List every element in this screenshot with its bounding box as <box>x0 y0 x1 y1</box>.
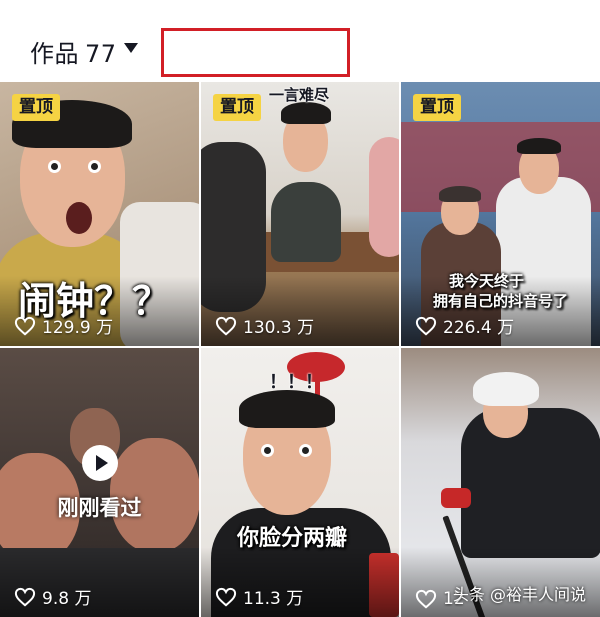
like-count-value: 130.3 万 <box>243 318 315 338</box>
video-tile-6[interactable]: 12 头条 @裕丰人间说 <box>401 348 600 617</box>
like-count: 9.8 万 <box>14 584 91 609</box>
heart-icon <box>215 316 237 335</box>
profile-tab-header: 作品 77 <box>0 0 600 82</box>
like-count: 130.3 万 <box>215 313 314 338</box>
heart-icon <box>415 316 437 335</box>
video-tile-1[interactable]: 置顶 闹钟？？ 129.9 万 <box>0 82 199 346</box>
top-caption: ！！！ <box>269 372 323 393</box>
recently-watched-label: 刚刚看过 <box>57 496 142 520</box>
eye <box>261 444 274 457</box>
like-count-value: 9.8 万 <box>42 589 92 609</box>
eye <box>88 160 101 173</box>
caret-down-icon[interactable] <box>124 43 138 53</box>
video-caption-line-1: 我今天终于 <box>449 272 525 290</box>
video-caption: 你脸分两瓣 <box>237 526 348 551</box>
like-count: 11.3 万 <box>215 584 303 609</box>
play-icon[interactable] <box>82 445 118 481</box>
like-count-value: 11.3 万 <box>243 589 304 609</box>
ski-glove <box>441 488 471 508</box>
video-tile-3[interactable]: 置顶 我今天终于 拥有自己的抖音号了 226.4 万 <box>401 82 600 346</box>
heart-icon <box>215 587 237 606</box>
video-caption-line-2: 拥有自己的抖音号了 <box>433 292 569 310</box>
person-hair <box>239 390 335 428</box>
watermark: 头条 @裕丰人间说 <box>452 585 586 604</box>
person-hair <box>439 186 481 202</box>
like-count: 129.9 万 <box>14 313 113 338</box>
ski-helmet <box>473 372 539 406</box>
like-count: 226.4 万 <box>415 313 514 338</box>
video-tile-5[interactable]: ！！！ 你脸分两瓣 11.3 万 <box>201 348 399 617</box>
person-center-shirt <box>271 182 341 262</box>
person-hair <box>517 138 561 154</box>
pinned-badge: 置顶 <box>12 94 60 122</box>
eye <box>299 444 312 457</box>
like-count-value: 226.4 万 <box>443 318 515 338</box>
pinned-badge: 置顶 <box>413 94 461 122</box>
skier-jacket <box>461 408 600 558</box>
open-mouth <box>66 202 92 234</box>
heart-icon <box>14 316 36 335</box>
top-caption: 一言难尽 <box>269 86 330 104</box>
works-tab[interactable]: 作品 77 <box>30 34 117 69</box>
works-tab-label: 作品 <box>30 40 79 68</box>
heart-icon <box>415 589 437 609</box>
video-tile-2[interactable]: 一言难尽 置顶 130.3 万 <box>201 82 399 346</box>
highlight-box <box>161 28 350 77</box>
person-right <box>369 137 399 257</box>
works-count: 77 <box>85 40 117 68</box>
person-hair <box>281 102 331 124</box>
like-count-value: 129.9 万 <box>42 318 114 338</box>
video-grid: 置顶 闹钟？？ 129.9 万 一言难尽 置顶 130.3 万 置顶 我今天终于… <box>0 82 600 617</box>
video-tile-4[interactable]: 刚刚看过 9.8 万 <box>0 348 199 617</box>
heart-icon <box>14 587 36 606</box>
pinned-badge: 置顶 <box>213 94 261 122</box>
eye <box>48 160 61 173</box>
